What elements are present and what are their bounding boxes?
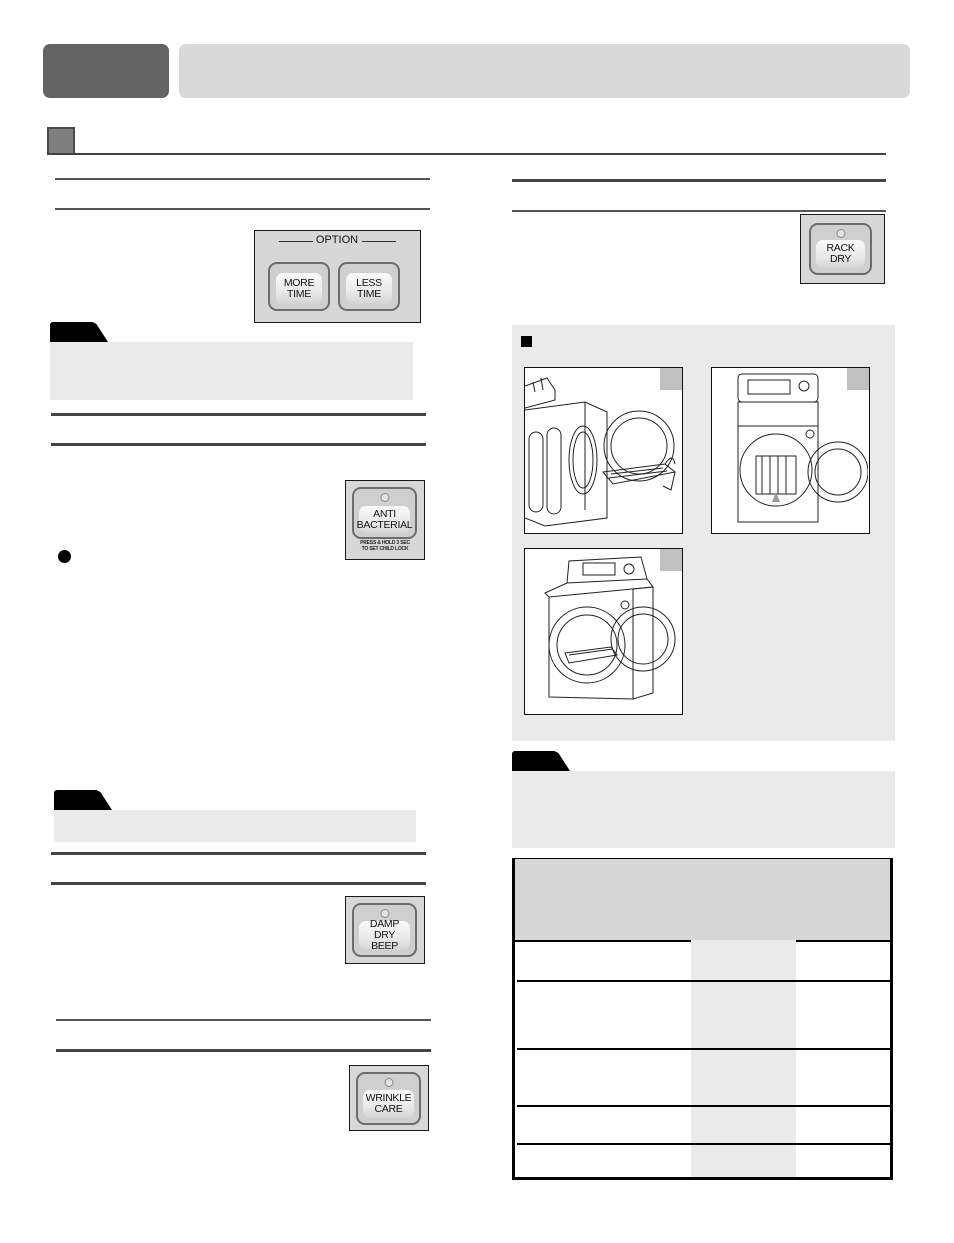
note-tab <box>512 751 570 771</box>
subheading-top-rule <box>56 1019 431 1021</box>
anti-bacterial-panel: ANTI BACTERIAL PRESS & HOLD 3 SEC TO SET C… <box>345 480 425 560</box>
spec-table <box>512 858 893 1180</box>
more-time-button[interactable]: MORE TIME <box>268 262 330 311</box>
subheading-top-rule <box>512 179 886 182</box>
table-row-divider <box>517 1105 890 1107</box>
figure-number-badge <box>660 549 682 571</box>
figure-rack-side-view <box>524 367 683 534</box>
damp-dry-beep-button[interactable]: DAMP DRY BEEP <box>352 903 417 957</box>
subheading-top-rule <box>55 178 430 180</box>
table-row-divider <box>517 1048 890 1050</box>
subheading-bottom-rule <box>55 208 430 210</box>
spec-table-header <box>515 859 890 942</box>
child-lock-caption: PRESS & HOLD 3 SEC TO SET CHILD LOCK <box>360 540 410 552</box>
option-rule-right <box>362 241 396 242</box>
figure-rack-front-view <box>711 367 870 534</box>
section-underline <box>47 153 886 155</box>
square-bullet-icon <box>521 336 532 347</box>
rack-dry-label-2: DRY <box>829 253 852 265</box>
bullet-dot <box>58 550 71 563</box>
chapter-tab <box>43 44 169 98</box>
more-time-label-2: TIME <box>287 287 311 300</box>
rack-dry-button[interactable]: RACK DRY <box>809 223 872 275</box>
chapter-title-bar <box>179 44 910 98</box>
figure-number-badge <box>660 368 682 390</box>
wrinkle-care-label-2: CARE <box>374 1103 403 1115</box>
wrinkle-care-button[interactable]: WRINKLE CARE <box>356 1072 421 1125</box>
table-row-divider <box>517 1143 890 1145</box>
note-box <box>54 810 416 842</box>
indicator-led <box>380 493 389 502</box>
subheading-bottom-rule <box>56 1049 431 1052</box>
rack-dry-panel: RACK DRY <box>800 214 885 284</box>
subheading-top-rule <box>51 413 426 416</box>
note-box <box>512 771 895 848</box>
spec-table-shaded-column <box>691 940 796 1177</box>
dryer-installed-illustration <box>544 556 676 700</box>
section-number-box <box>47 127 75 155</box>
table-row-divider <box>517 980 890 982</box>
option-label: OPTION <box>315 234 359 246</box>
subheading-top-rule <box>51 852 426 855</box>
less-time-button[interactable]: LESS TIME <box>338 262 400 311</box>
damp-dry-beep-label-2: BEEP <box>371 940 398 952</box>
damp-dry-beep-label-1: DAMP DRY <box>369 918 400 941</box>
dryer-front-illustration <box>737 373 868 523</box>
indicator-led <box>836 229 845 238</box>
damp-dry-beep-panel: DAMP DRY BEEP <box>345 896 425 964</box>
anti-bacterial-label-2: BACTERIAL <box>356 518 413 531</box>
subheading-bottom-rule <box>51 443 426 446</box>
wrinkle-care-panel: WRINKLE CARE <box>349 1065 429 1131</box>
note-box <box>50 342 413 400</box>
figure-rack-installed-view <box>524 548 683 715</box>
indicator-led <box>384 1078 393 1087</box>
dryer-side-illustration <box>525 377 677 527</box>
indicator-led <box>380 909 389 918</box>
option-panel: OPTION MORE TIME LESS TIME <box>254 230 421 323</box>
subheading-bottom-rule <box>512 210 886 212</box>
note-tab <box>54 790 112 810</box>
option-rule-left <box>279 241 313 242</box>
note-tab <box>50 322 108 342</box>
figure-number-badge <box>847 368 869 390</box>
subheading-bottom-rule <box>51 882 426 885</box>
less-time-label-2: TIME <box>357 287 381 300</box>
anti-bacterial-button[interactable]: ANTI BACTERIAL <box>352 487 417 539</box>
